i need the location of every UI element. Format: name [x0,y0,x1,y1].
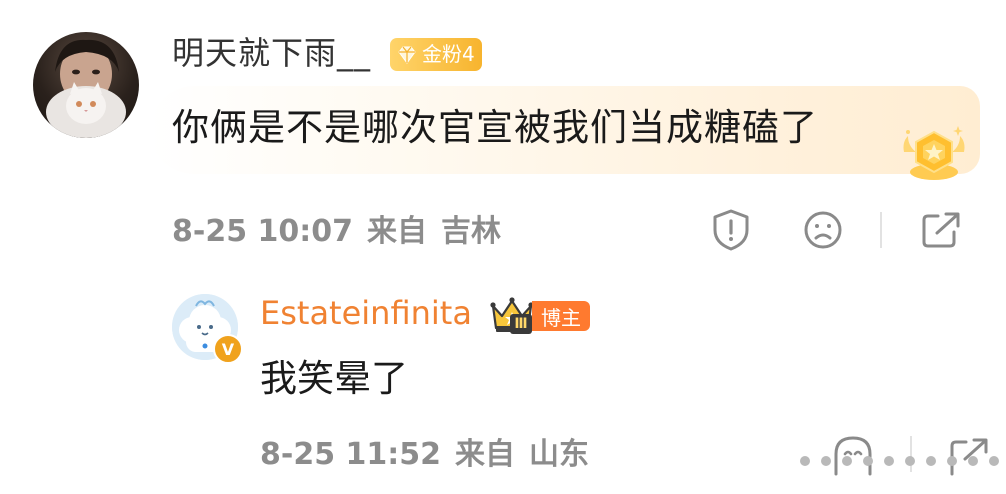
avatar[interactable] [33,32,139,138]
comment-time: 8-25 10:07 [172,214,354,249]
comment-username[interactable]: 明天就下雨__ [172,33,371,73]
fan-level-badge[interactable]: 金粉4 [390,38,482,71]
fan-badge-label: 金粉4 [422,42,475,66]
verified-badge: V [213,334,243,364]
comment-meta: 8-25 10:07 来自 吉林 [172,212,501,252]
smile-face-icon[interactable] [832,434,874,476]
comment-source-label: 来自 [367,214,428,249]
reply-share-icon[interactable] [948,434,990,476]
reply-action-divider [910,436,912,472]
diamond-icon [398,46,416,64]
blogger-badge: 博主 [532,301,590,331]
reply-time: 8-25 11:52 [260,437,442,472]
reply-location: 山东 [529,437,590,472]
reply-text: 我笑晕了 [260,357,408,400]
gold-medal-icon [903,126,965,180]
report-icon[interactable] [710,208,752,252]
level-badge: Ⅲ [510,314,532,334]
comment-location: 吉林 [441,214,502,249]
comment-text: 你俩是不是哪次官宣被我们当成糖磕了 [172,106,818,149]
reply-username[interactable]: Estateinfinita [260,292,472,334]
avatar-photo [46,39,126,138]
reply-meta: 8-25 11:52 来自 山东 [260,435,589,475]
sad-face-icon[interactable] [803,210,843,250]
watermark-dots [800,456,1006,466]
reply-source-label: 来自 [455,437,516,472]
share-icon[interactable] [920,210,962,250]
comment-thread: 明天就下雨__ 金粉4 你俩是不是哪次官宣被我们当成糖磕了 8-25 10:07… [0,0,1006,494]
action-divider [880,212,882,248]
